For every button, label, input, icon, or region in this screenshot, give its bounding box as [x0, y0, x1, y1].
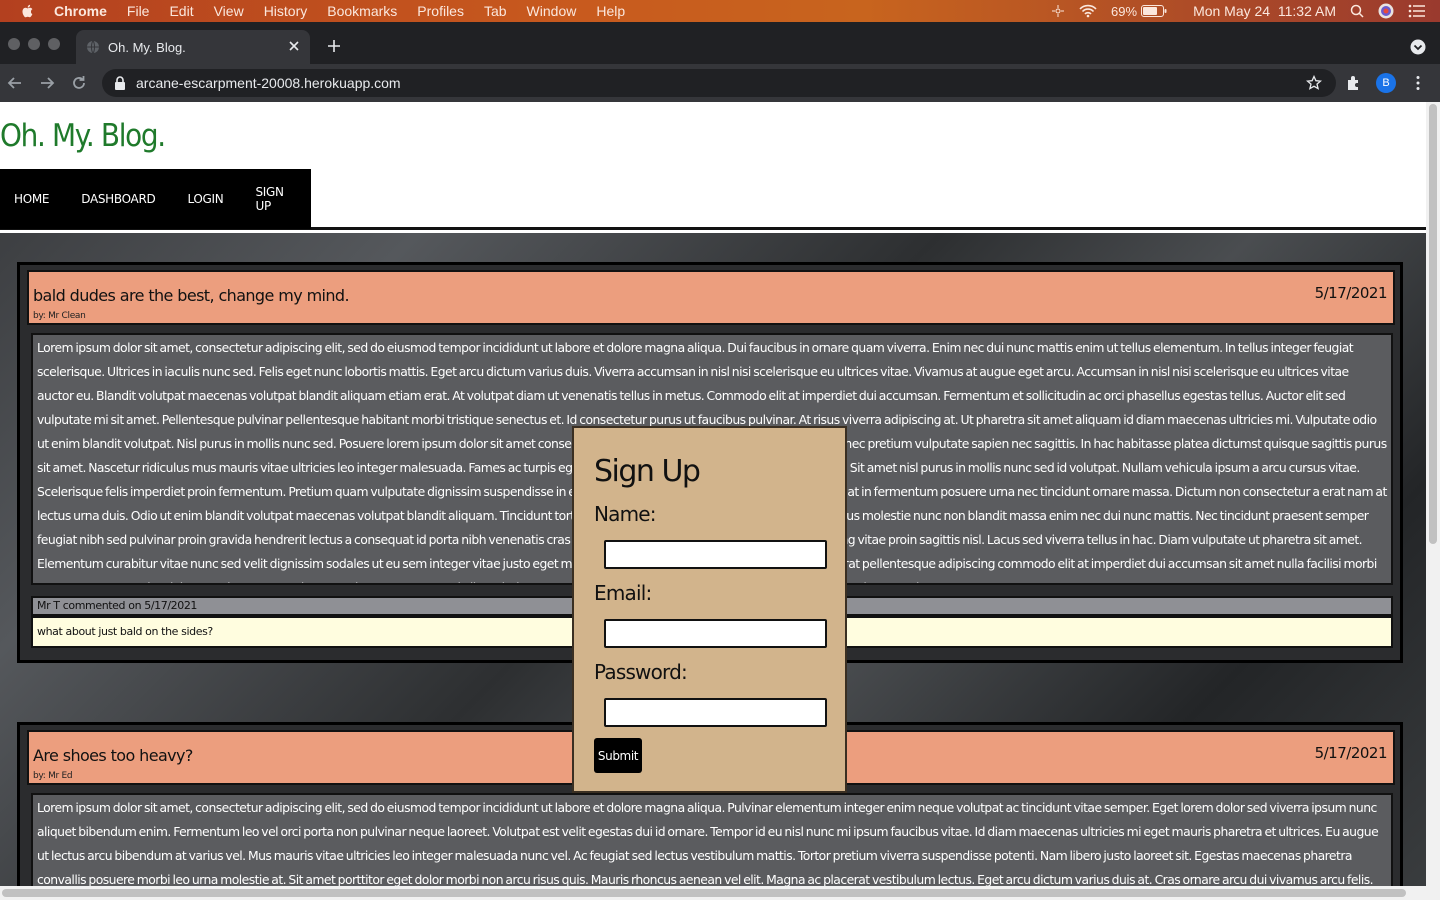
notification-center-icon[interactable] [1408, 4, 1426, 18]
signup-heading: Sign Up [594, 454, 701, 489]
lock-icon[interactable] [114, 76, 126, 90]
horizontal-scrollbar[interactable] [0, 886, 1426, 900]
bookmark-star-icon[interactable] [1306, 75, 1322, 91]
submit-button[interactable]: Submit [594, 738, 642, 773]
window-minimize-button[interactable] [28, 38, 40, 50]
name-field[interactable] [604, 540, 827, 569]
reload-icon[interactable] [70, 74, 88, 92]
vertical-scrollbar-thumb[interactable] [1429, 104, 1437, 544]
menu-file[interactable]: File [127, 3, 150, 19]
menu-bookmarks[interactable]: Bookmarks [327, 3, 397, 19]
post-header[interactable]: bald dudes are the best, change my mind.… [27, 270, 1395, 325]
nav-login[interactable]: LOGIN [187, 192, 223, 206]
app-menu-chrome[interactable]: Chrome [54, 3, 107, 19]
user-avatar-icon[interactable] [1378, 3, 1394, 19]
menu-edit[interactable]: Edit [169, 3, 193, 19]
tab-search-chevron-icon[interactable] [1410, 39, 1426, 55]
profile-avatar[interactable]: B [1376, 73, 1396, 93]
close-tab-icon[interactable] [286, 38, 302, 54]
menu-profiles[interactable]: Profiles [417, 3, 464, 19]
nav-home[interactable]: HOME [14, 192, 50, 206]
menu-view[interactable]: View [214, 3, 244, 19]
signup-modal: Sign Up Name: Email: Password: Submit [572, 426, 847, 793]
site-title[interactable]: Oh. My. Blog. [0, 118, 166, 154]
password-label: Password: [594, 660, 688, 684]
forward-arrow-icon[interactable] [38, 74, 56, 92]
battery-percent: 69% [1111, 3, 1138, 19]
post-author: by: Mr Clean [33, 311, 86, 321]
site-nav: HOME DASHBOARD LOGIN SIGN UP [0, 169, 311, 229]
browser-tab-strip: Oh. My. Blog. [0, 22, 1440, 64]
window-zoom-button[interactable] [48, 38, 60, 50]
browser-tab[interactable]: Oh. My. Blog. [76, 30, 310, 64]
site-header: Oh. My. Blog. HOME DASHBOARD LOGIN SIGN … [0, 102, 1426, 230]
extensions-puzzle-icon[interactable] [1345, 74, 1363, 92]
menu-help[interactable]: Help [596, 3, 625, 19]
menu-tab[interactable]: Tab [484, 3, 507, 19]
horizontal-scrollbar-thumb[interactable] [2, 889, 1406, 897]
post-title[interactable]: Are shoes too heavy? [33, 746, 193, 765]
macos-menu-bar: Chrome File Edit View History Bookmarks … [0, 0, 1440, 22]
page-viewport: Oh. My. Blog. HOME DASHBOARD LOGIN SIGN … [0, 102, 1426, 900]
vertical-scrollbar[interactable] [1426, 102, 1440, 900]
post-author: by: Mr Ed [33, 771, 73, 781]
back-arrow-icon[interactable] [6, 74, 24, 92]
post-title[interactable]: bald dudes are the best, change my mind. [33, 286, 350, 305]
browser-toolbar: arcane-escarpment-20008.herokuapp.com B [0, 64, 1440, 102]
url-text: arcane-escarpment-20008.herokuapp.com [136, 75, 401, 91]
wifi-icon[interactable] [1079, 4, 1097, 18]
menu-history[interactable]: History [264, 3, 308, 19]
name-label: Name: [594, 502, 657, 526]
post-body: Lorem ipsum dolor sit amet, consectetur … [31, 793, 1393, 900]
kebab-menu-icon[interactable] [1409, 74, 1427, 92]
menubar-clock[interactable]: Mon May 24 11:32 AM [1193, 3, 1336, 19]
nav-dashboard[interactable]: DASHBOARD [81, 192, 156, 206]
email-label: Email: [594, 581, 652, 605]
post-date: 5/17/2021 [1314, 284, 1388, 302]
tab-title: Oh. My. Blog. [108, 39, 186, 55]
post-date: 5/17/2021 [1314, 744, 1388, 762]
password-field[interactable] [604, 698, 827, 727]
control-center-icon[interactable] [1051, 4, 1065, 18]
address-bar[interactable]: arcane-escarpment-20008.herokuapp.com [102, 69, 1336, 97]
email-field[interactable] [604, 619, 827, 648]
apple-icon[interactable] [20, 3, 36, 19]
spotlight-search-icon[interactable] [1350, 4, 1364, 18]
new-tab-plus-icon[interactable] [326, 38, 342, 54]
globe-icon [87, 40, 99, 54]
battery-icon[interactable] [1141, 5, 1167, 17]
window-close-button[interactable] [8, 38, 20, 50]
menu-window[interactable]: Window [527, 3, 577, 19]
nav-sign-up[interactable]: SIGN UP [255, 185, 293, 213]
